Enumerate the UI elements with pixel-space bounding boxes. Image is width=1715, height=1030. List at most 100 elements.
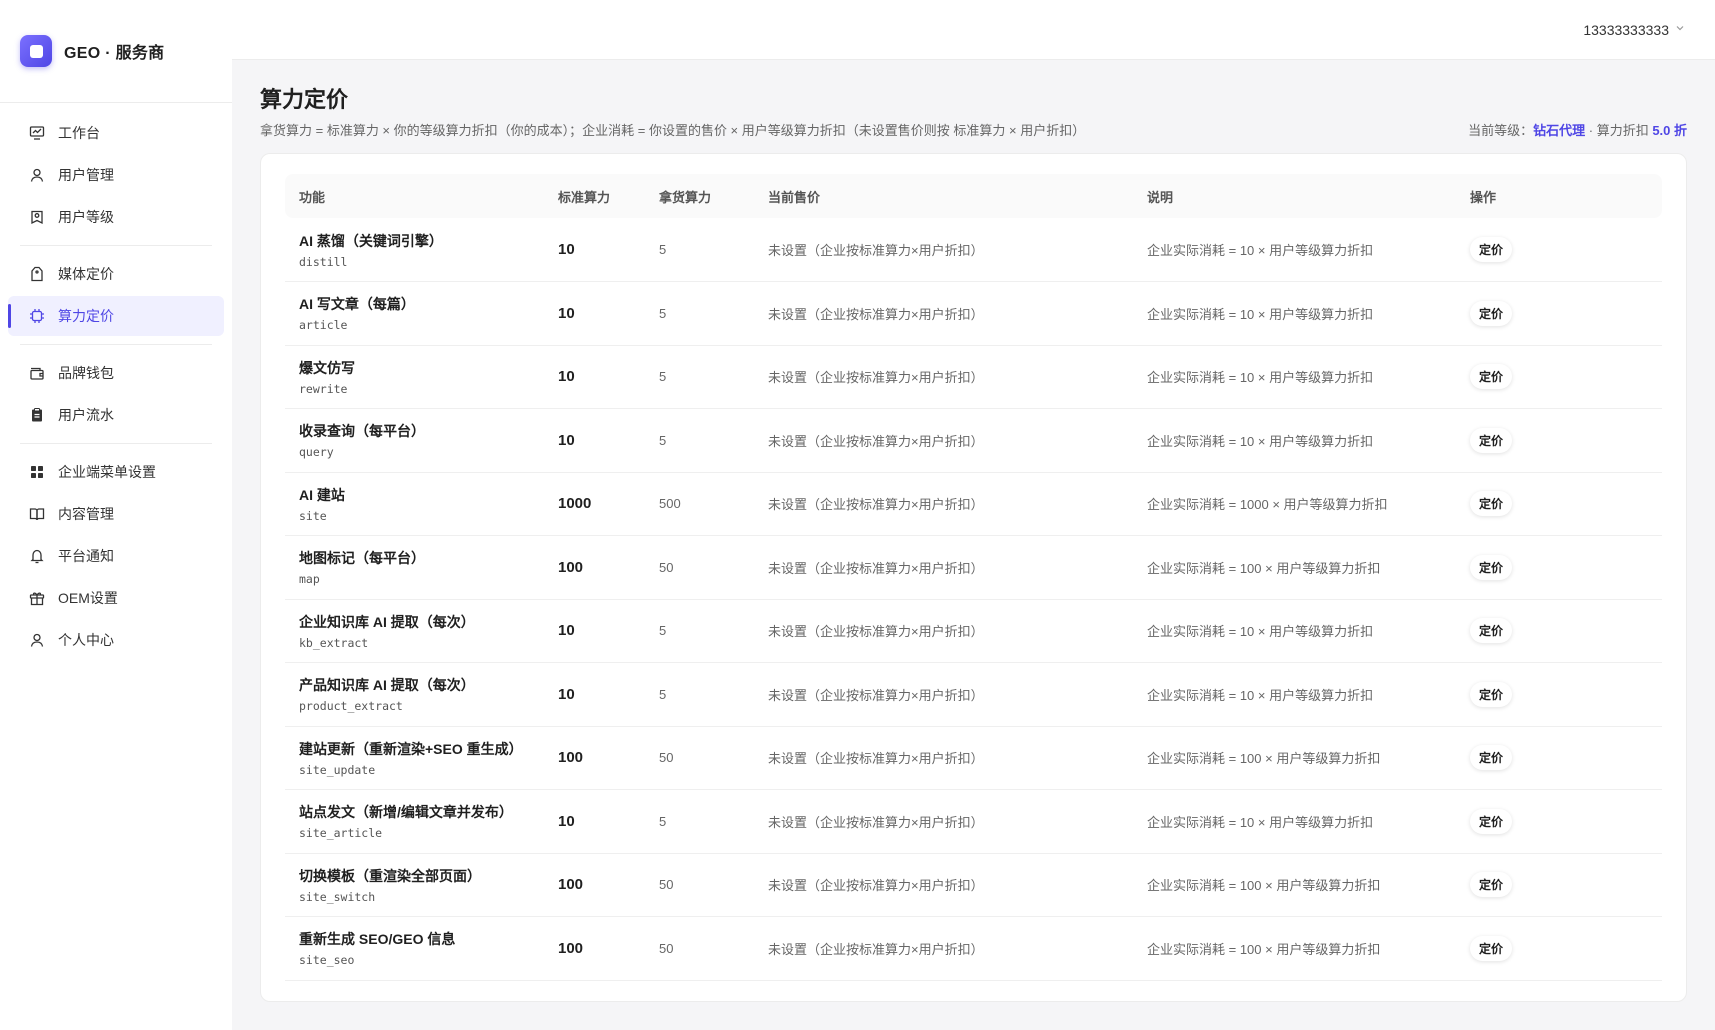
set-price-button[interactable]: 定价 [1470,237,1513,262]
cell-function: 地图标记（每平台） map [285,535,544,600]
function-key: query [299,445,334,460]
dashboard-icon [28,124,46,142]
sidebar-item-clipboard[interactable]: 用户流水 [8,395,224,435]
chip-icon [28,307,46,325]
table-row: 企业知识库 AI 提取（每次） kb_extract 10 5 未设置（企业按标准算力×… [285,599,1662,663]
pricing-card: 功能 标准算力 拿货算力 当前售价 说明 操作 AI 蒸馏（关键词引擎） dist… [260,153,1687,1002]
cell-function: 切换模板（重渲染全部页面） site_switch [285,853,544,917]
cell-cost: 50 [645,726,754,790]
sidebar-item-gift[interactable]: OEM设置 [8,578,224,618]
cell-price: 未设置（企业按标准算力×用户折扣） [754,408,1133,473]
sidebar-item-label: 内容管理 [58,506,114,522]
nav-divider [20,443,212,444]
cell-price: 未设置（企业按标准算力×用户折扣） [754,726,1133,790]
function-key: map [299,572,320,587]
function-name: 地图标记（每平台） [299,550,425,567]
user-phone: 13333333333 [1583,21,1669,38]
sidebar-item-label: 用户流水 [58,407,114,423]
gift-icon [28,589,46,607]
set-price-button[interactable]: 定价 [1470,300,1513,326]
set-price-button[interactable]: 定价 [1470,681,1513,707]
cell-function: AI 建站 site [285,472,544,536]
cell-description: 企业实际消耗 = 10 × 用户等级算力折扣 [1133,662,1456,727]
cell-function: 产品知识库 AI 提取（每次） product_extract [285,662,544,727]
function-key: site_update [299,762,376,777]
nav-divider [20,344,212,345]
cell-price: 未设置（企业按标准算力×用户折扣） [754,599,1133,663]
user-menu[interactable]: 13333333333 [1583,22,1685,38]
cell-description: 企业实际消耗 = 100 × 用户等级算力折扣 [1133,535,1456,600]
sidebar-item-chip[interactable]: 算力定价 [8,296,224,336]
standard-value: 100 [558,749,584,767]
standard-value: 100 [558,558,584,576]
function-name: 建站更新（重新渲染+SEO 重生成） [299,740,523,757]
cell-function: AI 蒸馏（关键词引擎） distill [285,218,544,282]
sidebar-item-book[interactable]: 内容管理 [8,494,224,534]
cell-cost: 5 [645,662,754,727]
function-name: AI 建站 [299,486,345,503]
sidebar-item-user[interactable]: 用户管理 [8,155,224,195]
cell-cost: 5 [645,408,754,473]
sidebar-item-person[interactable]: 个人中心 [8,620,224,660]
cell-standard: 1000 [544,472,645,536]
cell-cost: 500 [645,472,754,536]
function-key: distill [299,254,348,269]
badge-icon [28,208,46,226]
cell-cost: 5 [645,599,754,663]
cell-standard: 10 [544,408,645,473]
cell-standard: 100 [544,916,645,981]
cell-action: 定价 [1456,281,1662,346]
set-price-button[interactable]: 定价 [1470,618,1513,644]
header-action: 操作 [1456,174,1662,218]
clipboard-icon [28,406,46,424]
cell-price: 未设置（企业按标准算力×用户折扣） [754,472,1133,536]
set-price-button[interactable]: 定价 [1470,745,1513,771]
table-row: 切换模板（重渲染全部页面） site_switch 100 50 未设置（企业按标准算力… [285,853,1662,917]
cell-description: 企业实际消耗 = 100 × 用户等级算力折扣 [1133,726,1456,790]
table-row: AI 蒸馏（关键词引擎） distill 10 5 未设置（企业按标准算力×用户折扣）企… [285,218,1662,282]
sidebar-item-label: 平台通知 [58,548,114,564]
standard-value: 10 [558,812,575,830]
set-price-button[interactable]: 定价 [1470,872,1513,898]
table-header-row: 功能 标准算力 拿货算力 当前售价 说明 操作 [285,174,1662,218]
set-price-button[interactable]: 定价 [1470,491,1513,517]
cell-standard: 10 [544,789,645,854]
cell-standard: 10 [544,281,645,346]
sidebar-item-grid[interactable]: 企业端菜单设置 [8,452,224,492]
table-row: AI 建站 site 1000 500 未设置（企业按标准算力×用户折扣） 企业实际消耗 … [285,472,1662,536]
function-key: site_switch [299,889,376,904]
set-price-button[interactable]: 定价 [1470,427,1513,453]
cell-action: 定价 [1456,599,1662,663]
standard-value: 10 [558,304,575,322]
function-name: AI 蒸馏（关键词引擎） [299,232,443,249]
sidebar-item-label: 企业端菜单设置 [58,464,156,480]
set-price-button[interactable]: 定价 [1470,808,1513,834]
standard-value: 10 [558,368,575,386]
sidebar-item-bell[interactable]: 平台通知 [8,536,224,576]
set-price-button[interactable]: 定价 [1470,364,1513,390]
level-info: 当前等级：钻石代理 · 算力折扣 5.0 折 [1468,120,1687,139]
set-price-button[interactable]: 定价 [1470,554,1513,580]
sidebar-item-price-tag[interactable]: 媒体定价 [8,254,224,294]
cell-function: 收录查询（每平台） query [285,408,544,473]
cell-function: 站点发文（新增/编辑文章并发布） site_article [285,789,544,854]
set-price-button[interactable]: 定价 [1470,935,1513,961]
function-key: rewrite [299,381,348,396]
sidebar-item-badge[interactable]: 用户等级 [8,197,224,237]
table-row: 爆文仿写 rewrite 10 5 未设置（企业按标准算力×用户折扣） 企业实际消耗 = … [285,345,1662,409]
sidebar-item-dashboard[interactable]: 工作台 [8,113,224,153]
sidebar-item-label: 用户管理 [58,167,114,183]
bell-icon [28,547,46,565]
function-key: site_article [299,826,383,841]
function-name: 站点发文（新增/编辑文章并发布） [299,804,513,821]
cell-standard: 100 [544,726,645,790]
cell-price: 未设置（企业按标准算力×用户折扣） [754,789,1133,854]
function-key: product_extract [299,699,403,714]
cell-description: 企业实际消耗 = 100 × 用户等级算力折扣 [1133,916,1456,981]
header-price: 当前售价 [754,174,1133,218]
header-description: 说明 [1133,174,1456,218]
discount-prefix: · 算力折扣 [1585,123,1653,138]
sidebar-item-wallet[interactable]: 品牌钱包 [8,353,224,393]
cell-standard: 100 [544,853,645,917]
header-standard: 标准算力 [544,174,645,218]
